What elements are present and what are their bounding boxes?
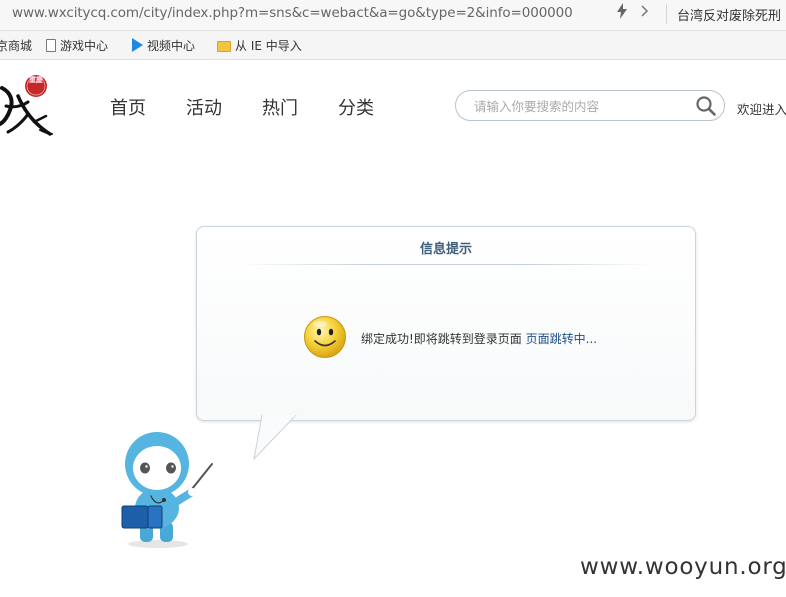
watermark-text: www.wooyun.org (580, 554, 786, 580)
site-logo[interactable]: 重慶 (0, 66, 56, 140)
redirect-link[interactable]: 页面跳转中... (526, 332, 597, 346)
bookmark-import-from-ie[interactable]: 从 IE 中导入 (217, 37, 302, 54)
folder-icon (217, 41, 231, 52)
bookmark-label: 视频中心 (147, 39, 196, 53)
title-divider (242, 264, 652, 265)
address-divider (666, 4, 667, 24)
nav-home[interactable]: 首页 (110, 94, 146, 120)
lightning-icon[interactable] (616, 3, 628, 23)
search-input[interactable] (474, 97, 689, 115)
welcome-text: 欢迎进入 (737, 102, 786, 117)
bookmark-label: 京商城 (0, 39, 33, 53)
address-bar[interactable]: www.wxcitycq.com/city/index.php?m=sns&c=… (0, 0, 786, 31)
bookmark-game-center[interactable]: 游戏中心 (46, 37, 108, 54)
nav-popular[interactable]: 热门 (262, 94, 298, 120)
document-icon (46, 39, 56, 52)
bookmark-label: 游戏中心 (60, 39, 109, 53)
news-ticker-link[interactable]: 台湾反对废除死刑 (677, 5, 781, 24)
logo-seal-text: 重慶 (29, 76, 43, 84)
nav-activities[interactable]: 活动 (186, 94, 222, 120)
mascot-robot-illustration (110, 428, 220, 550)
bookmark-label: 从 IE 中导入 (235, 39, 302, 53)
play-icon (132, 38, 143, 52)
bookmark-jd-mall[interactable]: 京商城 (0, 37, 32, 54)
search-box (455, 90, 725, 121)
message-body: 绑定成功!即将跳转到登录页面 (361, 332, 522, 346)
message-text: 绑定成功!即将跳转到登录页面 页面跳转中... (361, 330, 597, 347)
smiley-icon (303, 315, 347, 359)
speech-bubble-tail (250, 414, 302, 461)
search-icon[interactable] (695, 95, 717, 117)
url-text[interactable]: www.wxcitycq.com/city/index.php?m=sns&c=… (12, 5, 573, 21)
chevron-right-icon[interactable] (640, 3, 650, 23)
message-title: 信息提示 (419, 242, 472, 257)
message-dialog: 信息提示 绑定成功!即将跳转到登录页面 页面跳转中... (196, 226, 696, 421)
nav-categories[interactable]: 分类 (338, 94, 374, 120)
bookmark-video-center[interactable]: 视频中心 (132, 37, 195, 54)
bookmarks-bar: 京商城 游戏中心 视频中心 从 IE 中导入 (0, 31, 786, 60)
